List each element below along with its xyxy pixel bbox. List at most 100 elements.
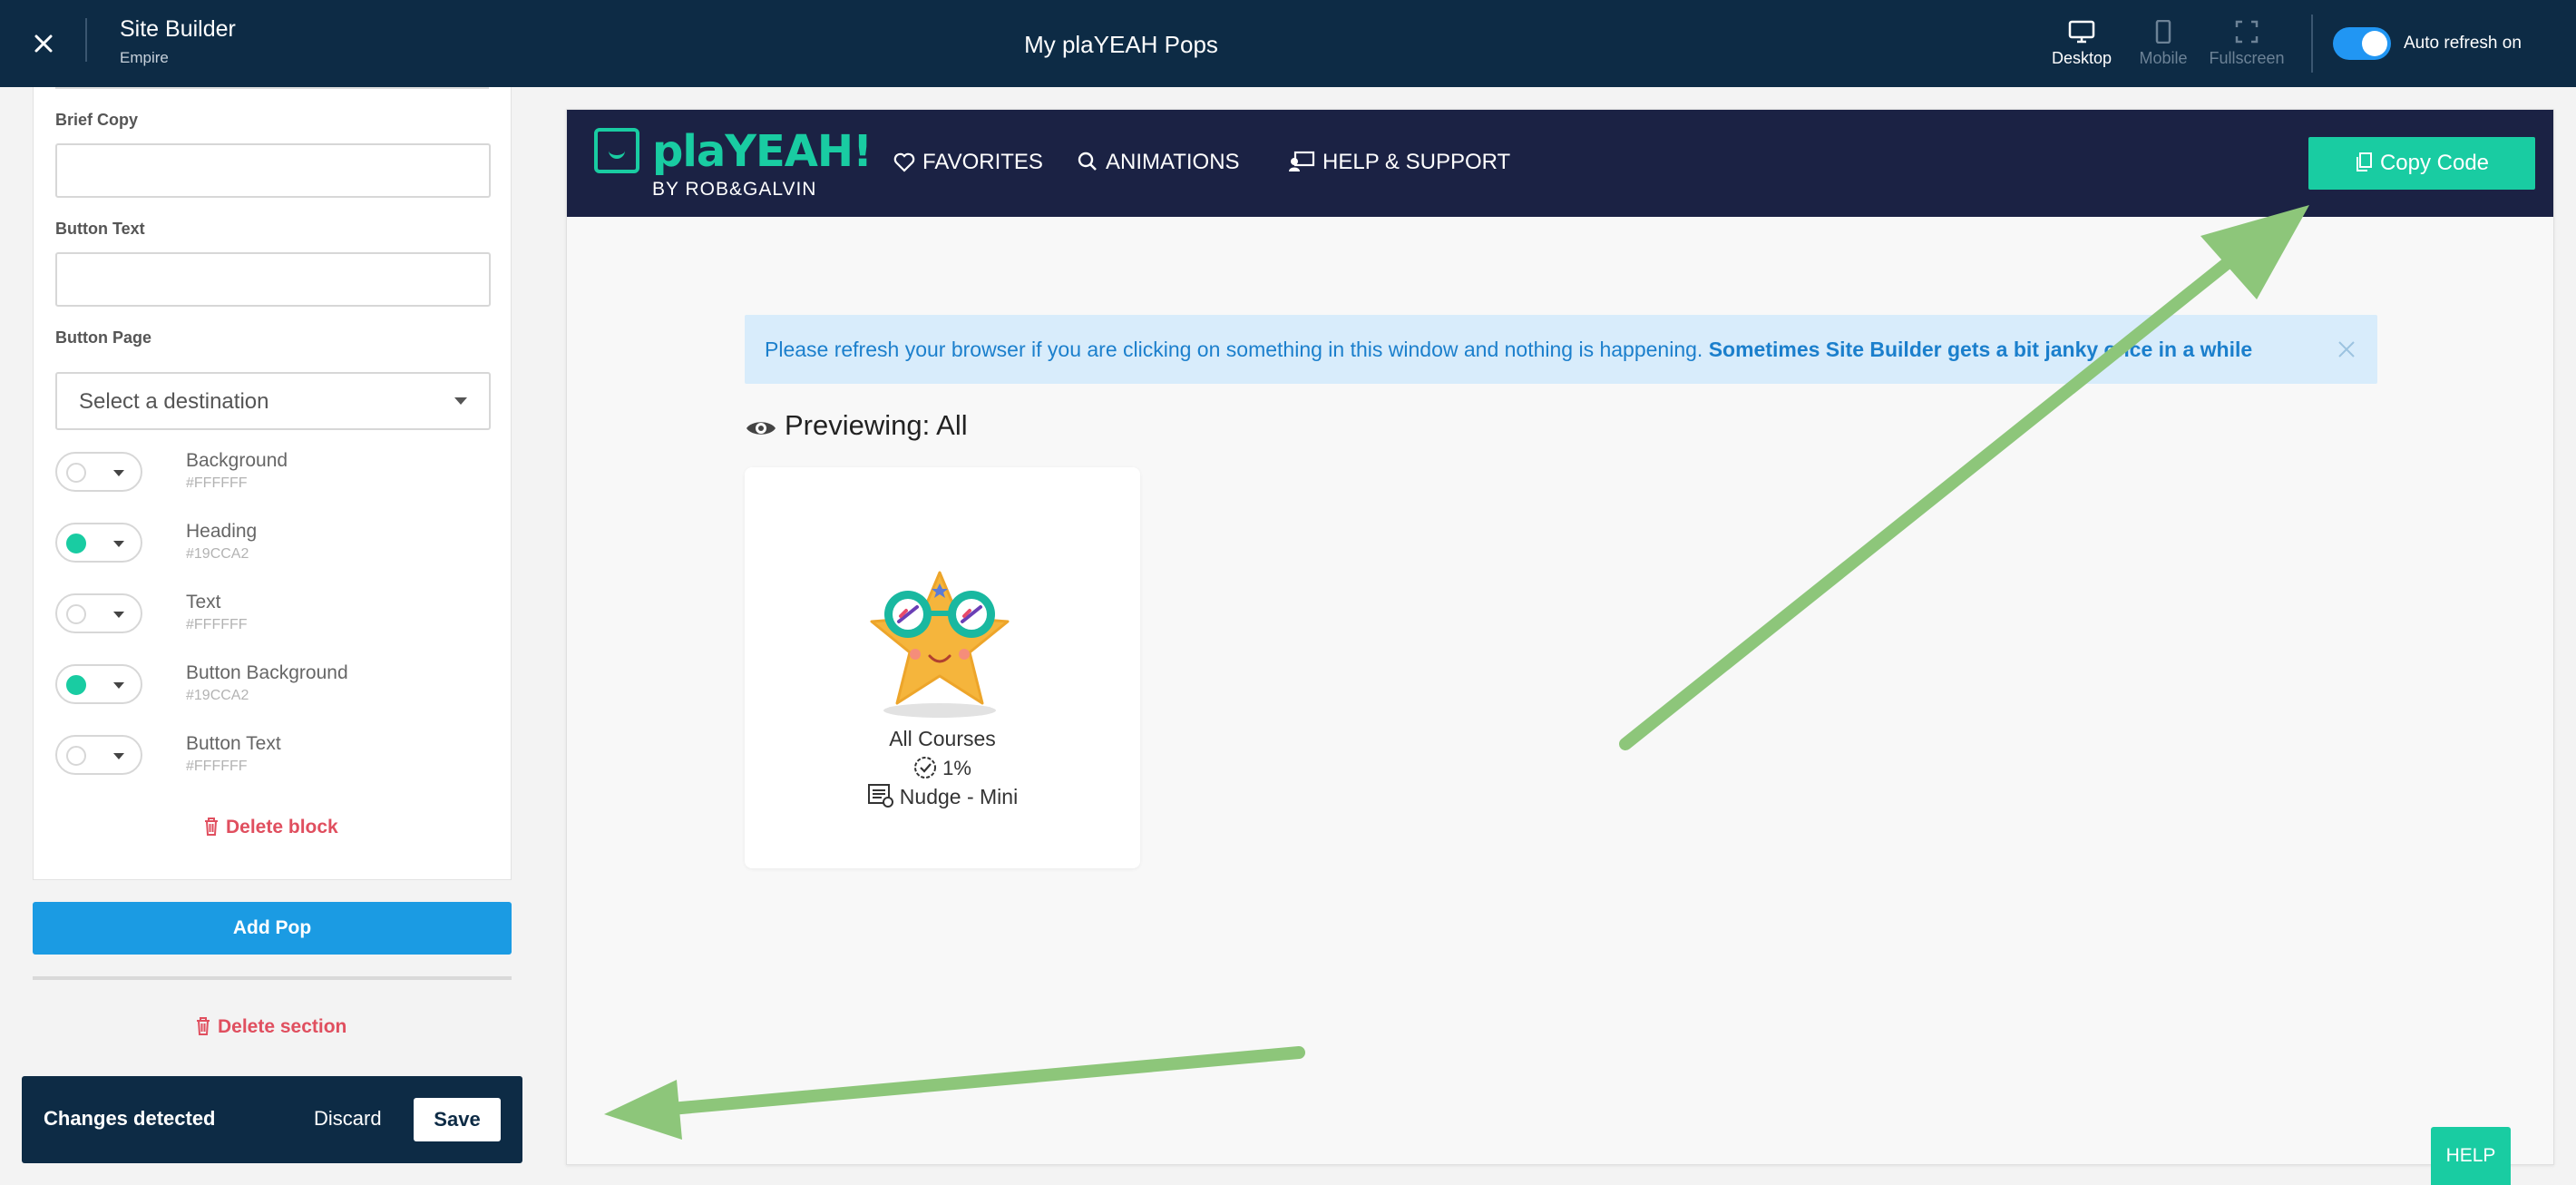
heading-color-picker[interactable] (55, 523, 142, 563)
add-pop-button[interactable]: Add Pop (33, 902, 512, 955)
delete-section-label: Delete section (218, 1016, 347, 1037)
fullscreen-view-button[interactable]: Fullscreen (2206, 20, 2288, 74)
color-row-button-background: Button Background #19CCA2 (55, 661, 491, 715)
chevron-down-icon (113, 541, 124, 547)
chevron-down-icon (454, 397, 467, 405)
eye-icon (746, 422, 776, 435)
alert-text: Please refresh your browser if you are c… (765, 338, 1703, 361)
card-progress-value: 1% (942, 757, 971, 779)
discard-button[interactable]: Discard (314, 1107, 382, 1131)
color-hex: #19CCA2 (186, 688, 249, 703)
nav-label: FAVORITES (922, 150, 1043, 174)
fullscreen-label: Fullscreen (2209, 49, 2285, 67)
page-title: My plaYEAH Pops (1024, 31, 1218, 58)
color-swatch (66, 675, 86, 695)
auto-refresh-toggle[interactable] (2333, 27, 2391, 60)
alert-bold-text: Sometimes Site Builder gets a bit janky … (1708, 338, 2253, 361)
button-text-input[interactable] (55, 252, 491, 307)
chevron-down-icon (113, 753, 124, 759)
color-name: Button Background (186, 662, 348, 683)
background-color-picker[interactable] (55, 452, 142, 492)
button-page-label: Button Page (55, 328, 151, 347)
nav-animations[interactable]: ANIMATIONS (1077, 150, 1240, 175)
color-swatch (66, 534, 86, 553)
mobile-icon (2155, 20, 2171, 44)
color-row-button-text: Button Text #FFFFFF (55, 731, 491, 786)
button-background-color-picker[interactable] (55, 664, 142, 704)
logo-subtitle: BY ROB&GALVIN (652, 179, 817, 200)
desktop-label: Desktop (2051, 49, 2113, 67)
divider (2311, 15, 2313, 73)
brief-copy-label: Brief Copy (55, 111, 139, 129)
chevron-down-icon (113, 682, 124, 689)
delete-section-button[interactable]: Delete section (194, 1016, 346, 1038)
previewing-label: Previewing: All (785, 409, 968, 441)
divider (55, 87, 489, 89)
refresh-alert: Please refresh your browser if you are c… (745, 315, 2377, 384)
pop-card[interactable]: All Courses 1% Nudge - Mini (745, 467, 1140, 868)
color-swatch (66, 604, 86, 624)
card-title: All Courses (889, 727, 996, 750)
color-hex: #FFFFFF (186, 759, 248, 774)
nav-favorites[interactable]: FAVORITES (893, 150, 1043, 175)
color-hex: #19CCA2 (186, 546, 249, 562)
previewing-heading: Previewing: All (745, 409, 968, 442)
changes-message: Changes detected (44, 1107, 216, 1130)
trash-icon (197, 1017, 210, 1035)
site-nav-bar: plaYEAH! BY ROB&GALVIN FAVORITES ANIMATI… (567, 110, 2553, 217)
heart-icon (893, 152, 915, 172)
list-badge-icon (867, 784, 893, 808)
text-color-picker[interactable] (55, 593, 142, 633)
divider (33, 976, 512, 980)
auto-refresh-label: Auto refresh on (2404, 34, 2522, 53)
chevron-down-icon (113, 470, 124, 476)
support-icon (1289, 151, 1315, 171)
block-editor-card: Brief Copy Button Text Button Page Selec… (33, 87, 512, 880)
toggle-knob (2362, 31, 2387, 56)
search-icon (1078, 152, 1097, 171)
color-row-text: Text #FFFFFF (55, 590, 491, 644)
color-name: Text (186, 592, 221, 612)
color-row-background: Background #FFFFFF (55, 448, 491, 503)
desktop-view-button[interactable]: Desktop (2041, 20, 2122, 74)
color-swatch (66, 746, 86, 766)
site-preview: plaYEAH! BY ROB&GALVIN FAVORITES ANIMATI… (566, 109, 2554, 1165)
select-value: Select a destination (79, 389, 269, 414)
logo-icon (594, 128, 639, 173)
top-bar: Site Builder Empire My plaYEAH Pops Desk… (0, 0, 2576, 87)
delete-block-button[interactable]: Delete block (202, 817, 338, 838)
star-character-image (870, 571, 1010, 718)
close-icon[interactable] (2336, 338, 2357, 360)
fullscreen-icon (2235, 20, 2259, 44)
copy-code-label: Copy Code (2379, 151, 2490, 175)
save-button[interactable]: Save (414, 1098, 501, 1141)
card-type-label: Nudge - Mini (899, 785, 1019, 808)
mobile-view-button[interactable]: Mobile (2122, 20, 2204, 74)
color-row-heading: Heading #19CCA2 (55, 519, 491, 573)
mobile-label: Mobile (2139, 49, 2188, 67)
trash-icon (205, 818, 218, 836)
nav-label: HELP & SUPPORT (1322, 150, 1511, 174)
chevron-down-icon (113, 612, 124, 618)
editor-panel: Brief Copy Button Text Button Page Selec… (0, 87, 544, 1185)
changes-bar: Changes detected Discard Save (22, 1076, 522, 1163)
card-progress: 1% (745, 756, 1140, 780)
color-name: Button Text (186, 733, 281, 754)
copy-icon (2356, 152, 2372, 171)
color-swatch (66, 463, 86, 483)
brief-copy-input[interactable] (55, 143, 491, 198)
color-name: Heading (186, 521, 258, 542)
nav-label: ANIMATIONS (1106, 150, 1240, 174)
color-hex: #FFFFFF (186, 475, 248, 491)
copy-code-button[interactable]: Copy Code (2308, 137, 2535, 190)
color-name: Background (186, 450, 288, 471)
logo-text: plaYEAH! (652, 126, 873, 177)
check-circle-icon (914, 757, 937, 779)
desktop-icon (2068, 20, 2095, 44)
help-button[interactable]: HELP (2431, 1127, 2511, 1185)
button-page-select[interactable]: Select a destination (55, 372, 491, 430)
color-hex: #FFFFFF (186, 617, 248, 632)
nav-help-support[interactable]: HELP & SUPPORT (1288, 150, 1510, 175)
button-text-color-picker[interactable] (55, 735, 142, 775)
playeah-logo[interactable]: plaYEAH! BY ROB&GALVIN (594, 126, 873, 208)
